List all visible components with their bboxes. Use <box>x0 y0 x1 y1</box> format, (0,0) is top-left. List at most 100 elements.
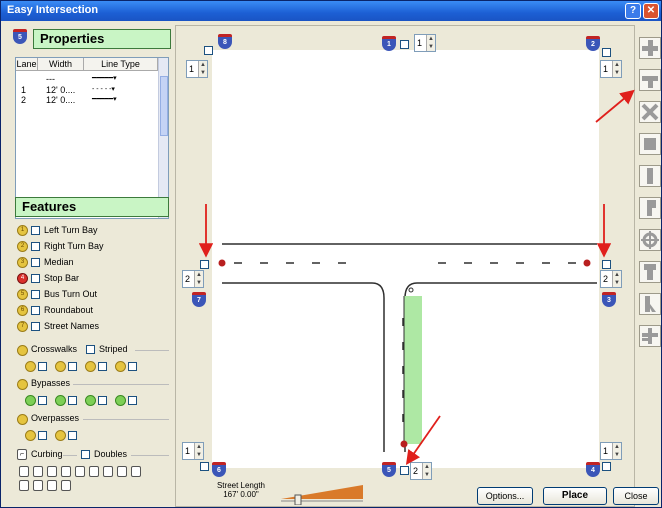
curb-style-button[interactable] <box>47 480 57 491</box>
street-length-slider[interactable] <box>277 481 369 505</box>
properties-lane-table[interactable]: Lane Width Line Type --- ━━━━━▾ 1 12' 0.… <box>15 57 169 219</box>
line-type-select[interactable]: - - - - -▾ <box>92 85 115 95</box>
curb-style-button[interactable] <box>131 466 141 477</box>
crosswalk-icon <box>17 345 28 356</box>
column-header-line-type[interactable]: Line Type <box>84 58 158 71</box>
scrollbar-thumb[interactable] <box>160 76 168 136</box>
t-intersection-icon[interactable] <box>639 69 661 91</box>
merge-icon[interactable] <box>639 261 661 283</box>
feature-label: Right Turn Bay <box>44 241 104 251</box>
four-way-icon[interactable] <box>639 37 661 59</box>
feature-number-icon: 7 <box>17 321 28 332</box>
group-divider <box>131 455 169 456</box>
feature-label: Street Names <box>44 321 100 331</box>
curb-style-button[interactable] <box>103 466 113 477</box>
slider-thumb[interactable] <box>294 494 302 505</box>
curb-style-button[interactable] <box>33 480 43 491</box>
doubles-label: Doubles <box>94 449 128 459</box>
table-row-width: --- <box>46 74 55 84</box>
feature-label: Median <box>44 257 74 267</box>
bypass-option-icon <box>115 395 126 406</box>
right-turn-bay-checkbox[interactable] <box>31 242 40 251</box>
table-row-width[interactable]: 12' 0.... <box>46 85 75 95</box>
feature-number-icon: 5 <box>17 289 28 300</box>
curb-style-button[interactable] <box>117 466 127 477</box>
doubles-checkbox[interactable] <box>81 450 90 459</box>
curb-style-button[interactable] <box>47 466 57 477</box>
help-button[interactable]: ? <box>625 3 641 19</box>
crosswalks-label: Crosswalks <box>31 344 78 354</box>
close-button[interactable]: Close <box>613 487 659 505</box>
properties-scrollbar[interactable]: ▼ <box>158 58 168 218</box>
intersection-canvas: 8 1 ▲ ▼ 1 1 ▲ ▼ 2 1 ▲ ▼ 2 ▲ ▼ 7 2 ▲ ▼ 3 1 ▲ ▼ 6 5 2 ▲… <box>175 25 635 507</box>
overpass-option-icon <box>55 430 66 441</box>
column-header-lane[interactable]: Lane <box>16 58 38 71</box>
bypass-option-checkbox[interactable] <box>38 396 47 405</box>
bypasses-label: Bypasses <box>31 378 71 388</box>
table-row-lane: 2 <box>21 95 27 105</box>
curb-style-button[interactable] <box>89 466 99 477</box>
feature-number-icon: 4 <box>17 273 28 284</box>
crosswalk-option-icon <box>25 361 36 372</box>
place-button[interactable]: Place <box>543 487 607 505</box>
curb-style-button[interactable] <box>19 480 29 491</box>
bypass-option-checkbox[interactable] <box>68 396 77 405</box>
bypass-option-icon <box>25 395 36 406</box>
group-divider <box>63 455 77 456</box>
line-type-select[interactable]: ━━━━━▾ <box>92 74 117 84</box>
table-row-width[interactable]: 12' 0.... <box>46 95 75 105</box>
line-type-select[interactable]: ━━━━━▾ <box>92 95 117 105</box>
close-window-button[interactable]: ✕ <box>643 3 659 19</box>
intersection-type-toolbar <box>637 29 661 389</box>
overpasses-label: Overpasses <box>31 413 80 423</box>
overpass-option-checkbox[interactable] <box>38 431 47 440</box>
title-bar: Easy Intersection ? ✕ <box>1 1 661 21</box>
crosswalk-option-icon <box>115 361 126 372</box>
left-panel: 5 Properties Lane Width Line Type --- ━━… <box>11 25 173 505</box>
curve-road-icon[interactable] <box>639 197 661 219</box>
crosswalk-option-checkbox[interactable] <box>128 362 137 371</box>
easy-intersection-window: Easy Intersection ? ✕ 5 Properties Lane … <box>0 0 662 508</box>
curb-style-button[interactable] <box>75 466 85 477</box>
curbing-label: Curbing <box>31 449 63 459</box>
striped-label: Striped <box>99 344 128 354</box>
feature-label: Stop Bar <box>44 273 80 283</box>
curb-style-button[interactable] <box>19 466 29 477</box>
red-arrow-icon <box>595 89 635 123</box>
offset-icon[interactable] <box>639 325 661 347</box>
overpass-option-checkbox[interactable] <box>68 431 77 440</box>
roundabout-icon[interactable] <box>639 229 661 251</box>
stop-bar-checkbox[interactable] <box>31 274 40 283</box>
block-icon[interactable] <box>639 133 661 155</box>
street-length-value: 167' 0.00" <box>223 490 259 499</box>
bypass-option-checkbox[interactable] <box>128 396 137 405</box>
group-divider <box>73 384 169 385</box>
ramp-icon[interactable] <box>639 293 661 315</box>
crosswalk-option-checkbox[interactable] <box>98 362 107 371</box>
options-button[interactable]: Options... <box>477 487 533 505</box>
street-names-checkbox[interactable] <box>31 322 40 331</box>
median-checkbox[interactable] <box>31 258 40 267</box>
feature-label: Left Turn Bay <box>44 225 98 235</box>
curb-style-button[interactable] <box>61 480 71 491</box>
bus-turn-out-checkbox[interactable] <box>31 290 40 299</box>
column-header-width[interactable]: Width <box>38 58 84 71</box>
crosswalk-option-icon <box>85 361 96 372</box>
striped-checkbox[interactable] <box>86 345 95 354</box>
crosswalk-option-checkbox[interactable] <box>68 362 77 371</box>
crosswalk-option-icon <box>55 361 66 372</box>
straight-road-icon[interactable] <box>639 165 661 187</box>
feature-number-icon: 1 <box>17 225 28 236</box>
red-arrow-icon <box>405 415 441 465</box>
roundabout-checkbox[interactable] <box>31 306 40 315</box>
group-divider <box>135 350 169 351</box>
bypass-option-checkbox[interactable] <box>98 396 107 405</box>
left-turn-bay-checkbox[interactable] <box>31 226 40 235</box>
feature-label: Roundabout <box>44 305 94 315</box>
features-heading: Features <box>15 197 169 217</box>
properties-heading: Properties <box>33 29 171 49</box>
curb-style-button[interactable] <box>61 466 71 477</box>
crosswalk-option-checkbox[interactable] <box>38 362 47 371</box>
x-intersection-icon[interactable] <box>639 101 661 123</box>
curb-style-button[interactable] <box>33 466 43 477</box>
